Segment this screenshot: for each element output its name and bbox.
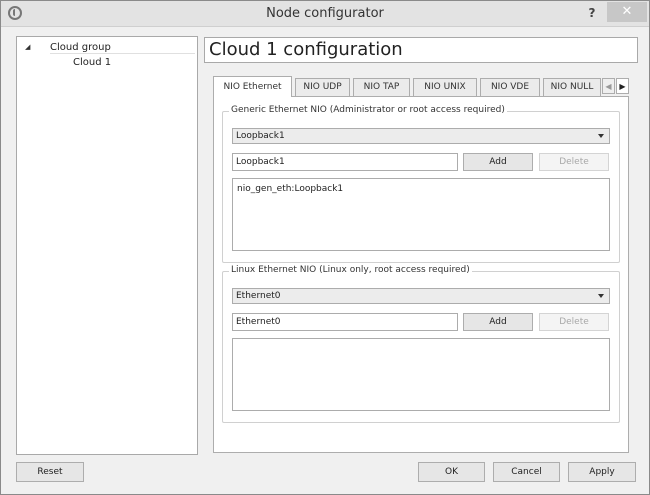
linux-interface-select[interactable]: Ethernet0 <box>232 288 610 304</box>
list-item[interactable]: nio_gen_eth:Loopback1 <box>237 184 343 194</box>
combo-value: Loopback1 <box>236 131 285 141</box>
tab-nio-udp[interactable]: NIO UDP <box>295 78 350 96</box>
help-button[interactable]: ? <box>579 3 605 23</box>
cancel-button[interactable]: Cancel <box>493 462 560 482</box>
tab-nio-tap[interactable]: NIO TAP <box>353 78 410 96</box>
page-title: Cloud 1 configuration <box>209 39 403 60</box>
tab-scroll-right-icon[interactable]: ▶ <box>616 78 629 94</box>
linux-delete-button[interactable]: Delete <box>539 313 609 331</box>
title-bar: Node configurator ? ✕ <box>1 1 649 27</box>
chevron-down-icon <box>598 134 604 138</box>
ok-button[interactable]: OK <box>418 462 485 482</box>
generic-delete-button[interactable]: Delete <box>539 153 609 171</box>
node-configurator-window: Node configurator ? ✕ ◢ Cloud group Clou… <box>0 0 650 495</box>
close-button[interactable]: ✕ <box>607 2 647 22</box>
nio-ethernet-page: Generic Ethernet NIO (Administrator or r… <box>213 96 629 453</box>
close-icon: ✕ <box>621 4 633 19</box>
linux-add-button[interactable]: Add <box>463 313 533 331</box>
tab-scroll-left-icon[interactable]: ◀ <box>602 78 615 94</box>
tab-nio-unix[interactable]: NIO UNIX <box>413 78 477 96</box>
config-header: Cloud 1 configuration <box>204 37 638 63</box>
generic-add-button[interactable]: Add <box>463 153 533 171</box>
tab-nio-ethernet[interactable]: NIO Ethernet <box>213 76 292 97</box>
generic-ethernet-group: Generic Ethernet NIO (Administrator or r… <box>222 105 620 263</box>
tree-item-cloud-1[interactable]: Cloud 1 <box>70 55 197 70</box>
nio-tab-bar: NIO Ethernet NIO UDP NIO TAP NIO UNIX NI… <box>213 76 629 97</box>
generic-interface-select[interactable]: Loopback1 <box>232 128 610 144</box>
linux-interface-input[interactable]: Ethernet0 <box>232 313 458 331</box>
expand-arrow-icon[interactable]: ◢ <box>25 40 30 55</box>
generic-interface-input[interactable]: Loopback1 <box>232 153 458 171</box>
combo-value: Ethernet0 <box>236 291 281 301</box>
generic-nio-list[interactable]: nio_gen_eth:Loopback1 <box>232 178 610 251</box>
tab-nio-null[interactable]: NIO NULL <box>543 78 601 96</box>
tab-nio-vde[interactable]: NIO VDE <box>480 78 540 96</box>
linux-ethernet-group: Linux Ethernet NIO (Linux only, root acc… <box>222 265 620 423</box>
node-tree[interactable]: ◢ Cloud group Cloud 1 <box>16 36 198 455</box>
group-title: Generic Ethernet NIO (Administrator or r… <box>229 105 507 115</box>
linux-nio-list[interactable] <box>232 338 610 411</box>
apply-button[interactable]: Apply <box>568 462 636 482</box>
window-title: Node configurator <box>266 6 384 21</box>
tree-item-label: Cloud 1 <box>73 57 112 68</box>
reset-button[interactable]: Reset <box>16 462 84 482</box>
group-title: Linux Ethernet NIO (Linux only, root acc… <box>229 265 472 275</box>
tree-divider <box>50 53 195 54</box>
chevron-down-icon <box>598 294 604 298</box>
